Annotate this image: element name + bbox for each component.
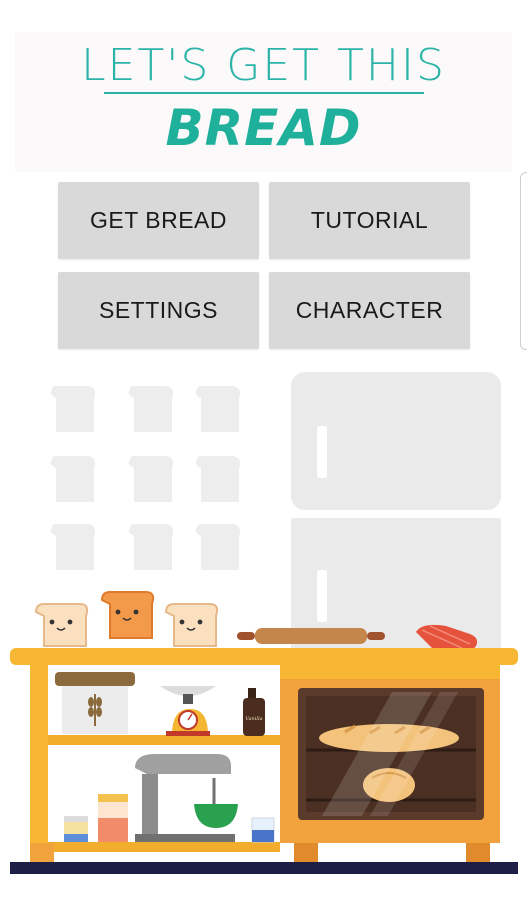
wall-toast-6 [195,456,241,502]
oven [280,665,500,843]
wall-toast-7 [50,524,96,570]
vanilla-bottle-icon: Vanilla [243,688,265,736]
wall-toast-4 [50,456,96,502]
wall-toast-9 [195,524,241,570]
rolling-pin-icon[interactable] [237,628,385,644]
sugar-jar [98,794,128,842]
kitchen-scale-icon [160,686,216,736]
wall-toast-3 [195,386,241,432]
counter-top [10,648,518,665]
title-divider [104,92,424,94]
get-bread-button[interactable]: GET BREAD [58,182,259,259]
character-button[interactable]: CHARACTER [269,272,470,349]
floor [10,862,518,874]
wall-toast-8 [128,524,174,570]
stand-mixer-icon [135,754,238,842]
spice-jar [64,816,88,842]
wall-toast-pattern [50,386,241,570]
toast-character-icon[interactable] [34,603,89,647]
oven-leg-right [466,843,490,863]
wall-toast-5 [128,456,174,502]
flour-jar [55,672,135,734]
game-title-line1: LET'S GET THIS [81,40,446,91]
wall-toast-2 [128,386,174,432]
vanilla-label: Vanilla [245,716,262,722]
wall-toast-1 [50,386,96,432]
settings-button[interactable]: SETTINGS [58,272,259,349]
refrigerator [291,372,501,650]
counter-leg-left [30,843,54,863]
measuring-cup [251,817,275,843]
tutorial-button[interactable]: TUTORIAL [269,182,470,259]
oven-leg-left [294,843,318,863]
kitchen-scene: Vanilla [10,372,518,874]
toast-character-icon[interactable] [164,603,219,647]
side-scroll-handle[interactable] [520,172,527,350]
game-title-line2: BREAD [165,99,362,157]
toast-character-icon[interactable] [100,591,155,639]
